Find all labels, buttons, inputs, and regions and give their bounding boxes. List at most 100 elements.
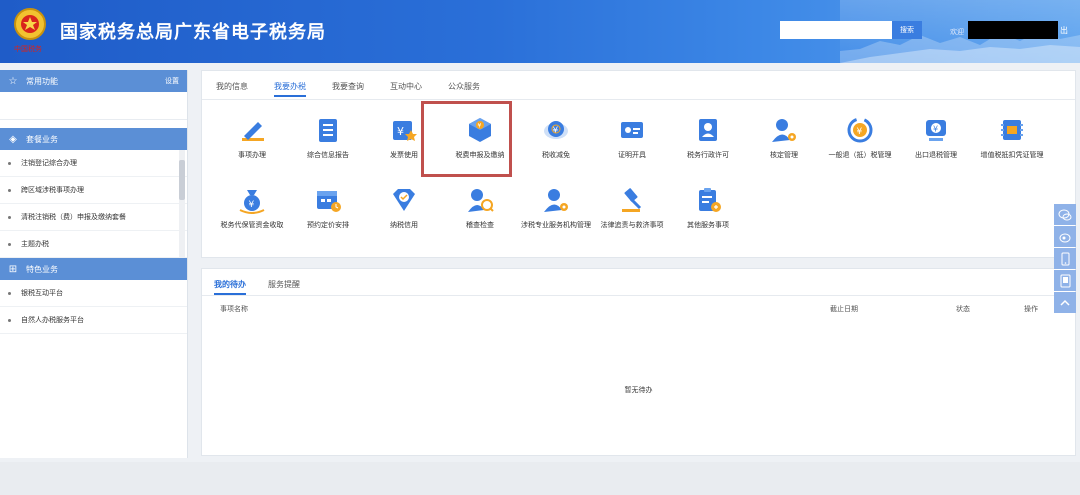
service-item[interactable]: 增值税抵扣凭证管理: [974, 115, 1050, 161]
tab-divider: [202, 99, 1075, 100]
search-button[interactable]: 搜索: [892, 21, 922, 39]
export-refund-icon: ¥: [921, 115, 951, 145]
service-item[interactable]: ¥ 一般退（抵）税管理: [822, 115, 898, 161]
tab-do-tax[interactable]: 我要办税: [274, 78, 306, 97]
service-label: 稽查检查: [466, 221, 494, 229]
left-sidebar: ☆ 常用功能 设置 ◈ 套餐业务 注销登记综合办理 跨区域涉税事项办理 清税注销…: [0, 70, 188, 458]
sidebar-scroll-thumb[interactable]: [179, 160, 185, 200]
column-status: 状态: [956, 305, 970, 313]
service-item[interactable]: 综合信息报告: [290, 115, 366, 161]
tab-query[interactable]: 我要查询: [332, 78, 364, 97]
svg-text:¥: ¥: [397, 125, 404, 138]
service-label: 综合信息报告: [307, 151, 349, 159]
service-tabs: 我的信息 我要办税 我要查询 互动中心 公众服务: [216, 78, 506, 97]
document-icon: [313, 115, 343, 145]
invoice-icon: ¥: [389, 115, 419, 145]
certificate-icon: [617, 115, 647, 145]
column-deadline: 截止日期: [830, 305, 858, 313]
service-label: 其他服务事项: [687, 221, 729, 229]
sidebar-item-bank-tax[interactable]: 银税互动平台: [0, 280, 187, 307]
user-name-redacted: [968, 21, 1058, 39]
package-icon: ◈: [9, 133, 17, 145]
package-business-header[interactable]: ◈ 套餐业务: [0, 128, 187, 150]
service-item[interactable]: 其他服务事项: [670, 185, 746, 231]
id-card-icon: [693, 115, 723, 145]
user-gear-icon: [769, 115, 799, 145]
service-label: 增值税抵扣凭证管理: [980, 151, 1044, 159]
svg-text:¥: ¥: [933, 125, 938, 134]
svg-text:¥: ¥: [857, 127, 863, 137]
common-functions-header: ☆ 常用功能 设置: [0, 70, 187, 92]
star-icon: ☆: [8, 75, 18, 87]
clipboard-icon: [693, 185, 723, 215]
user-greeting: 欢迎: [950, 28, 964, 36]
sidebar-item-natural-person[interactable]: 自然人办税服务平台: [0, 307, 187, 334]
service-item[interactable]: ¥ 出口退税管理: [898, 115, 974, 161]
service-label: 法律追责与救济事项: [600, 221, 664, 229]
service-item[interactable]: 核定管理: [746, 115, 822, 161]
special-business-title: 特色业务: [26, 264, 58, 274]
service-item[interactable]: ¥ 税收减免: [518, 115, 594, 161]
tablet-icon[interactable]: [1054, 270, 1076, 291]
service-label: 证明开具: [618, 151, 646, 159]
sidebar-item-clearance-package[interactable]: 清税注销税（费）申报及缴纳套餐: [0, 204, 187, 231]
tab-interaction[interactable]: 互动中心: [390, 78, 422, 97]
page-footer: [0, 462, 1080, 495]
tab-my-pending[interactable]: 我的待办: [214, 276, 246, 295]
service-label: 税务代保管资金收取: [220, 221, 284, 229]
pending-tabs: 我的待办 服务提醒: [214, 276, 322, 295]
wechat-icon[interactable]: [1054, 204, 1076, 225]
common-functions-title: 常用功能: [26, 76, 58, 86]
highlight-box: [421, 101, 512, 177]
svg-text:中国税务: 中国税务: [14, 44, 42, 53]
service-label: 涉税专业服务机构管理: [521, 221, 591, 229]
service-item[interactable]: 稽查检查: [442, 185, 518, 231]
service-label: 出口退税管理: [915, 151, 957, 159]
calendar-icon: [313, 185, 343, 215]
service-item[interactable]: 纳税信用: [366, 185, 442, 231]
logout-link[interactable]: 出: [1060, 25, 1068, 36]
tab-public-service[interactable]: 公众服务: [448, 78, 480, 97]
voucher-icon: [997, 115, 1027, 145]
mobile-app-icon[interactable]: [1054, 248, 1076, 269]
settings-link[interactable]: 设置: [165, 76, 179, 86]
agency-icon: [541, 185, 571, 215]
service-item[interactable]: ¥ 税务代保管资金收取: [214, 185, 290, 231]
sidebar-item-deregistration[interactable]: 注销登记综合办理: [0, 150, 187, 177]
tax-emblem-logo: 中国税务: [10, 6, 50, 54]
credit-icon: [389, 185, 419, 215]
tab-service-reminder[interactable]: 服务提醒: [268, 276, 300, 295]
package-business-list: 注销登记综合办理 跨区域涉税事项办理 清税注销税（费）申报及缴纳套餐 主题办税: [0, 150, 187, 258]
floating-toolbar: [1054, 204, 1076, 313]
gavel-icon: [617, 185, 647, 215]
money-bag-icon: ¥: [237, 185, 267, 215]
sidebar-item-theme-tax[interactable]: 主题办税: [0, 231, 187, 258]
refund-icon: ¥: [845, 115, 875, 145]
pencil-icon: [237, 115, 267, 145]
service-label: 预约定价安排: [307, 221, 349, 229]
tab-my-info[interactable]: 我的信息: [216, 78, 248, 97]
service-label: 税收减免: [542, 151, 570, 159]
column-item-name: 事项名称: [220, 305, 248, 313]
service-item[interactable]: 事项办理: [214, 115, 290, 161]
service-label: 税务行政许可: [687, 151, 729, 159]
column-operation: 操作: [1024, 305, 1038, 313]
sidebar-item-cross-region[interactable]: 跨区域涉税事项办理: [0, 177, 187, 204]
pending-divider: [202, 295, 1075, 296]
weibo-icon[interactable]: [1054, 226, 1076, 247]
special-business-header[interactable]: ⊞ 特色业务: [0, 258, 187, 280]
svg-text:¥: ¥: [553, 126, 559, 136]
service-item[interactable]: 税务行政许可: [670, 115, 746, 161]
search-input[interactable]: [780, 21, 892, 39]
common-functions-empty: [0, 92, 187, 120]
service-panel: 我的信息 我要办税 我要查询 互动中心 公众服务 事项办理 综合信息报告 ¥ 发…: [201, 70, 1076, 258]
service-item[interactable]: 证明开具: [594, 115, 670, 161]
service-label: 事项办理: [238, 151, 266, 159]
service-item[interactable]: 法律追责与救济事项: [594, 185, 670, 231]
back-to-top-icon[interactable]: [1054, 292, 1076, 313]
top-header: 中国税务 国家税务总局广东省电子税务局 搜索 欢迎 出: [0, 0, 1080, 63]
service-label: 核定管理: [770, 151, 798, 159]
svg-text:¥: ¥: [249, 200, 255, 210]
service-item[interactable]: 涉税专业服务机构管理: [518, 185, 594, 231]
service-item[interactable]: 预约定价安排: [290, 185, 366, 231]
